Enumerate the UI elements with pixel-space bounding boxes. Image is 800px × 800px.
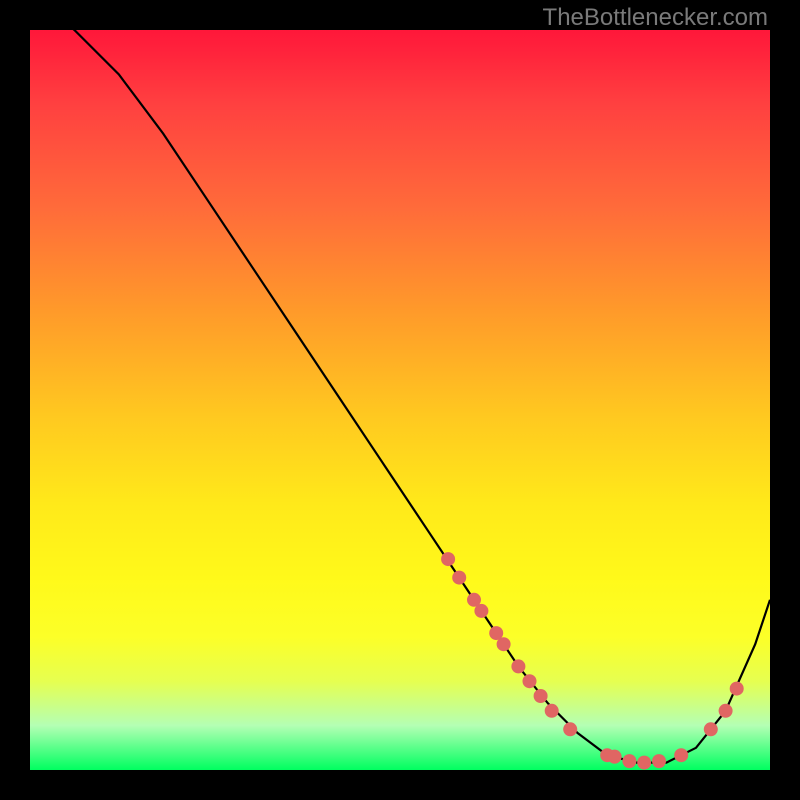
data-marker — [652, 754, 666, 768]
attribution-label: TheBottlenecker.com — [543, 4, 768, 32]
data-marker — [534, 689, 548, 703]
data-marker — [497, 637, 511, 651]
markers-group — [441, 552, 744, 770]
chart-svg — [30, 30, 770, 770]
data-marker — [545, 704, 559, 718]
bottleneck-curve — [30, 30, 770, 763]
data-marker — [523, 674, 537, 688]
data-marker — [452, 571, 466, 585]
data-marker — [730, 682, 744, 696]
data-marker — [511, 659, 525, 673]
plot-area — [30, 30, 770, 770]
data-marker — [637, 756, 651, 770]
data-marker — [563, 722, 577, 736]
data-marker — [608, 750, 622, 764]
data-marker — [441, 552, 455, 566]
data-marker — [674, 748, 688, 762]
data-marker — [719, 704, 733, 718]
data-marker — [474, 604, 488, 618]
data-marker — [622, 754, 636, 768]
data-marker — [704, 722, 718, 736]
chart-container: TheBottlenecker.com — [0, 0, 800, 800]
